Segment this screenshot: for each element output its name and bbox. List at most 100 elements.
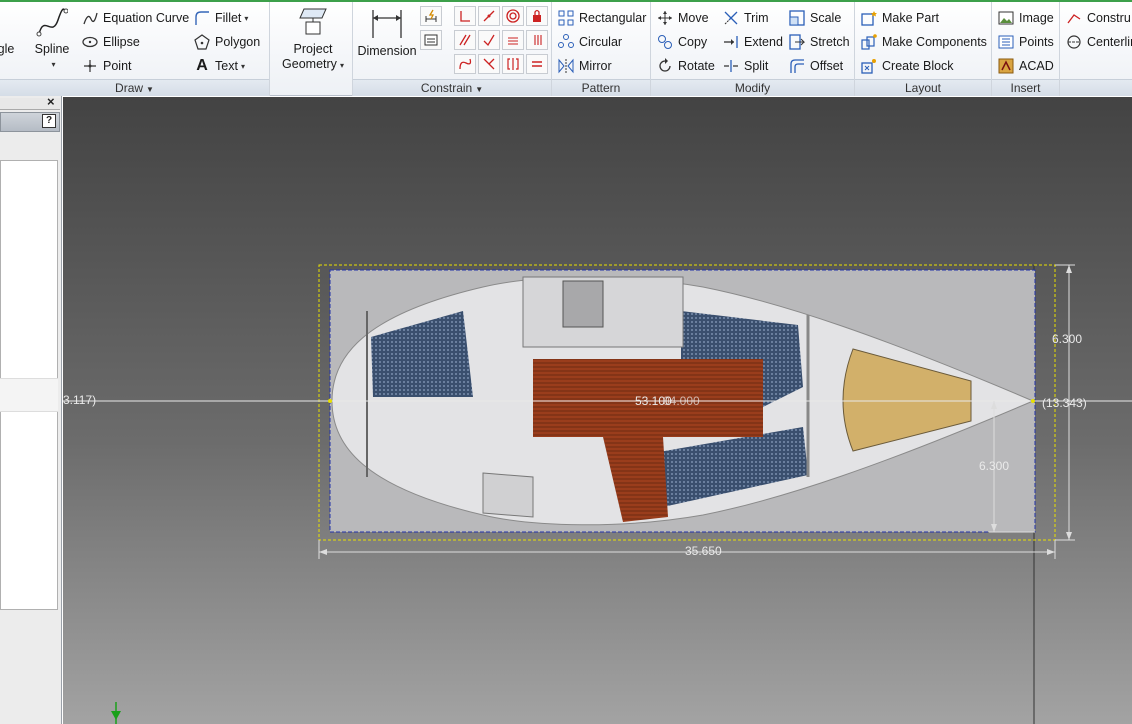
offset-button[interactable]: Offset [789, 56, 843, 76]
centerline-button[interactable]: Centerlin [1066, 32, 1132, 52]
rotate-icon [657, 58, 673, 74]
mirror-icon [558, 58, 574, 74]
spline-icon [36, 8, 69, 37]
polygon-button[interactable]: Polygon [194, 32, 260, 52]
project-geometry-button[interactable]: Project Geometry ▾ [280, 6, 346, 73]
model-browser: × ? [0, 94, 62, 724]
dimension-icon [372, 10, 402, 38]
copy-label: Copy [678, 35, 708, 49]
acad-button[interactable]: ACAD [998, 56, 1054, 76]
polygon-icon [194, 34, 210, 50]
stretch-button[interactable]: Stretch [789, 32, 850, 52]
construction-button[interactable]: Constru [1066, 8, 1131, 28]
circular-pattern-button[interactable]: Circular [558, 32, 622, 52]
move-label: Move [678, 11, 709, 25]
move-button[interactable]: Move [657, 8, 709, 28]
points-button[interactable]: Points [998, 32, 1054, 52]
rectangular-pattern-icon [558, 10, 574, 26]
text-button[interactable]: A Text ▾ [194, 56, 245, 76]
pattern-title-label: Pattern [581, 81, 621, 95]
make-part-button[interactable]: Make Part [861, 8, 939, 28]
symmetric-constraint-icon[interactable] [502, 54, 524, 74]
make-part-icon [861, 10, 877, 26]
layout-panel: Make Part Make Components Create Block L… [855, 2, 992, 96]
draw-title-label: Draw [115, 81, 144, 95]
geometry-label: Geometry [282, 57, 337, 71]
point-label: Point [103, 59, 132, 73]
browser-selected-node[interactable] [0, 378, 58, 412]
equation-curve-button[interactable]: Equation Curve [82, 8, 189, 28]
scale-label: Scale [810, 11, 842, 25]
image-icon [998, 10, 1014, 26]
center-dimension-b[interactable]: 04.000 [663, 394, 700, 408]
fillet-dropdown-icon[interactable]: ▾ [244, 14, 248, 23]
line-label: gle [0, 42, 15, 56]
mirror-label: Mirror [579, 59, 612, 73]
ellipse-button[interactable]: Ellipse [82, 32, 140, 52]
spline-button[interactable]: Spline ▾ [30, 8, 74, 72]
copy-button[interactable]: Copy [657, 32, 707, 52]
mirror-button[interactable]: Mirror [558, 56, 612, 76]
text-dropdown-icon[interactable]: ▾ [241, 62, 245, 71]
trim-button[interactable]: Trim [723, 8, 769, 28]
acad-icon [998, 58, 1014, 74]
insert-title-label: Insert [1010, 81, 1041, 95]
layout-panel-title: Layout [855, 79, 991, 96]
constraint-settings-icon[interactable] [420, 30, 442, 50]
collinear-constraint-icon[interactable] [478, 54, 500, 74]
draw-panel-title[interactable]: Draw ▼ [0, 79, 269, 96]
offset-label: Offset [810, 59, 844, 73]
horizontal-constraint-icon[interactable] [502, 30, 524, 50]
rotate-button[interactable]: Rotate [657, 56, 715, 76]
tangent-constraint-icon[interactable] [478, 6, 500, 26]
make-components-icon [861, 34, 877, 50]
constrain-panel: Dimension Constrain ▼ [352, 2, 552, 96]
create-block-button[interactable]: Create Block [861, 56, 954, 76]
make-part-label: Make Part [882, 11, 939, 25]
vertical-top-dimension[interactable]: 6.300 [1052, 332, 1082, 346]
dimension-button[interactable]: Dimension [357, 8, 417, 59]
create-block-label: Create Block [882, 59, 954, 73]
browser-help-icon[interactable]: ? [42, 114, 56, 128]
move-icon [657, 10, 673, 26]
coincident-constraint-icon[interactable] [454, 6, 476, 26]
fillet-button[interactable]: Fillet ▾ [194, 8, 248, 28]
equal-constraint-icon[interactable] [526, 54, 548, 74]
scale-button[interactable]: Scale [789, 8, 841, 28]
layout-title-label: Layout [904, 81, 942, 95]
extend-button[interactable]: Extend [723, 32, 783, 52]
create-block-icon [861, 58, 877, 74]
right-reference-dimension[interactable]: (13.343) [1042, 396, 1087, 410]
constrain-expand-icon[interactable]: ▼ [475, 85, 483, 94]
graphics-window[interactable]: 3.117) (13.343) 53.100 04.000 6.300 6.30… [63, 97, 1132, 724]
rectangular-pattern-button[interactable]: Rectangular [558, 8, 646, 28]
spline-dropdown-icon[interactable]: ▾ [33, 57, 74, 72]
circular-pattern-icon [558, 34, 574, 50]
project-geometry-dropdown-icon[interactable]: ▾ [340, 61, 344, 70]
make-components-button[interactable]: Make Components [861, 32, 987, 52]
point-button[interactable]: Point [82, 56, 132, 76]
split-button[interactable]: Split [723, 56, 768, 76]
smooth-constraint-icon[interactable] [454, 54, 476, 74]
browser-close-icon[interactable]: × [47, 94, 55, 109]
project-label: Project [293, 42, 333, 56]
draw-expand-icon[interactable]: ▼ [146, 85, 154, 94]
vertical-constraint-icon[interactable] [526, 30, 548, 50]
auto-dimension-icon[interactable] [420, 6, 442, 26]
width-dimension[interactable]: 35.650 [685, 544, 722, 558]
perpendicular-constraint-icon[interactable] [478, 30, 500, 50]
head-compartment [482, 472, 534, 518]
rotate-label: Rotate [678, 59, 715, 73]
vertical-bottom-dimension[interactable]: 6.300 [979, 459, 1009, 473]
construction-icon [1066, 10, 1082, 26]
left-reference-dimension[interactable]: 3.117) [63, 393, 96, 407]
parallel-constraint-icon[interactable] [454, 30, 476, 50]
concentric-constraint-icon[interactable] [502, 6, 524, 26]
fix-constraint-icon[interactable] [526, 6, 548, 26]
image-button[interactable]: Image [998, 8, 1054, 28]
make-components-label: Make Components [882, 35, 987, 49]
extend-icon [723, 34, 739, 50]
format-panel-title [1060, 79, 1132, 96]
line-button[interactable]: gle [0, 42, 16, 57]
constrain-panel-title[interactable]: Constrain ▼ [353, 79, 551, 96]
